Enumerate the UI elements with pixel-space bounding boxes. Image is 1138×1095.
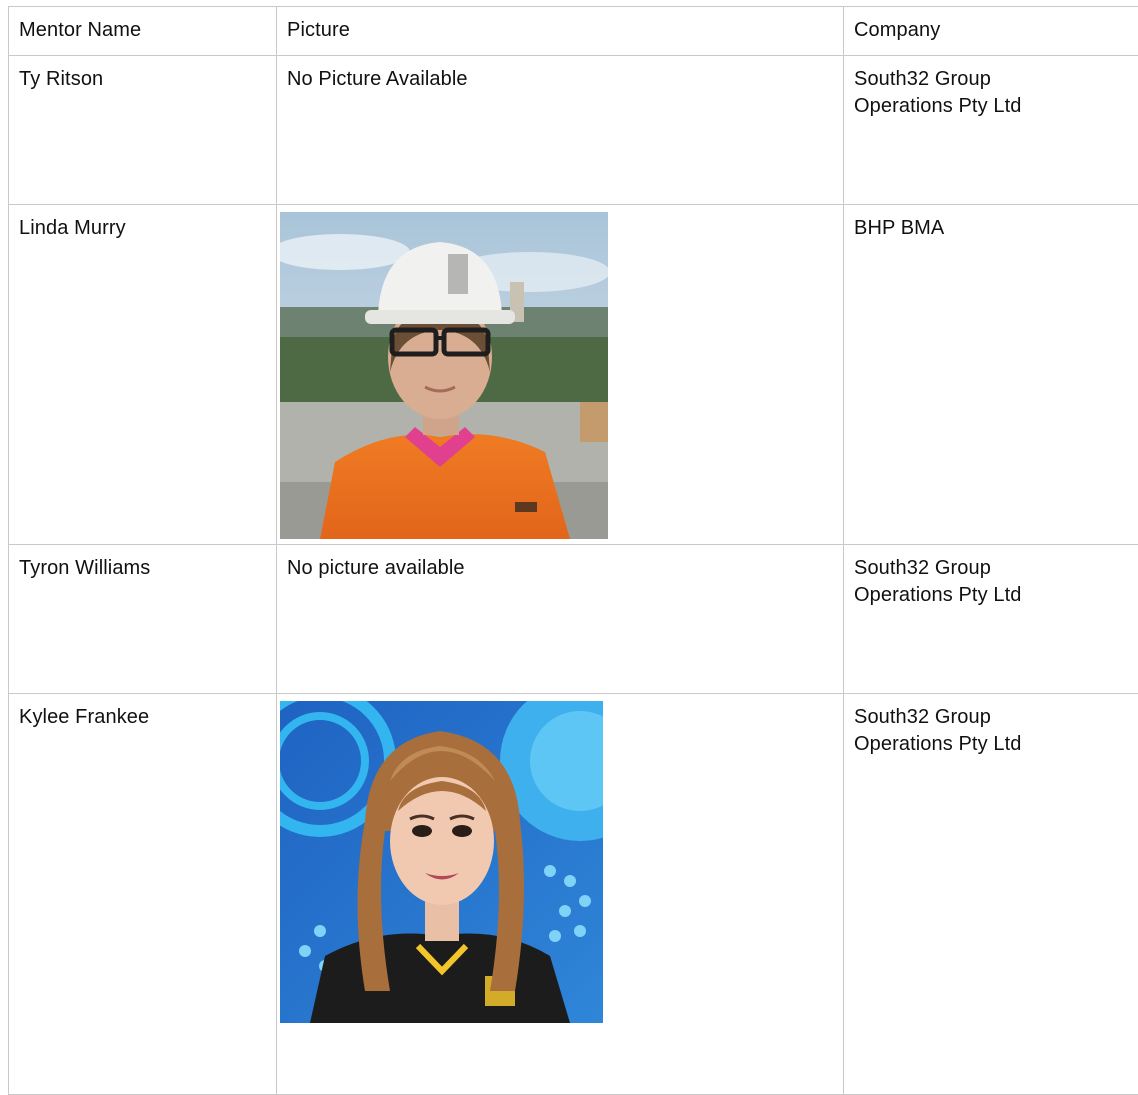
company-line-2: Operations Pty Ltd [854, 95, 1021, 117]
header-cell-picture: Picture [277, 7, 844, 56]
mentor-name: Kylee Frankee [9, 694, 276, 731]
company-line-1: BHP BMA [854, 217, 944, 239]
picture-cell [277, 205, 844, 545]
header-company: Company [844, 7, 1138, 44]
mentor-photo-portrait [280, 701, 843, 1023]
picture-cell: No Picture Available [277, 56, 844, 205]
mentor-table: Mentor Name Picture Company Ty Ritson No… [8, 6, 1138, 1095]
picture-cell: No picture available [277, 545, 844, 694]
table-row: Tyron Williams No picture available Sout… [9, 545, 1138, 694]
company-name: South32 Group Operations Pty Ltd [844, 56, 1138, 120]
company-line-1: South32 Group [854, 706, 991, 728]
header-cell-mentor-name: Mentor Name [9, 7, 277, 56]
company-cell: BHP BMA [844, 205, 1138, 545]
company-name: BHP BMA [844, 205, 1138, 242]
table-header-row: Mentor Name Picture Company [9, 7, 1138, 56]
company-name: South32 Group Operations Pty Ltd [844, 545, 1138, 609]
picture-cell [277, 694, 844, 1095]
company-name: South32 Group Operations Pty Ltd [844, 694, 1138, 758]
no-picture-text: No picture available [277, 545, 843, 582]
company-line-1: South32 Group [854, 68, 991, 90]
mentor-name: Tyron Williams [9, 545, 276, 582]
no-picture-text: No Picture Available [277, 56, 843, 93]
header-picture: Picture [277, 7, 843, 44]
company-cell: South32 Group Operations Pty Ltd [844, 545, 1138, 694]
company-cell: South32 Group Operations Pty Ltd [844, 694, 1138, 1095]
company-line-2: Operations Pty Ltd [854, 733, 1021, 755]
company-cell: South32 Group Operations Pty Ltd [844, 56, 1138, 205]
mentor-name-cell: Tyron Williams [9, 545, 277, 694]
table-row: Ty Ritson No Picture Available South32 G… [9, 56, 1138, 205]
header-cell-company: Company [844, 7, 1138, 56]
mentor-name: Ty Ritson [9, 56, 276, 93]
table-row: Kylee Frankee [9, 694, 1138, 1095]
mentor-name: Linda Murry [9, 205, 276, 242]
mentor-name-cell: Ty Ritson [9, 56, 277, 205]
company-line-2: Operations Pty Ltd [854, 584, 1021, 606]
table-row: Linda Murry [9, 205, 1138, 545]
mentor-name-cell: Kylee Frankee [9, 694, 277, 1095]
mentor-photo-hardhat [280, 212, 843, 539]
header-mentor-name: Mentor Name [9, 7, 276, 44]
company-line-1: South32 Group [854, 557, 991, 579]
mentor-name-cell: Linda Murry [9, 205, 277, 545]
